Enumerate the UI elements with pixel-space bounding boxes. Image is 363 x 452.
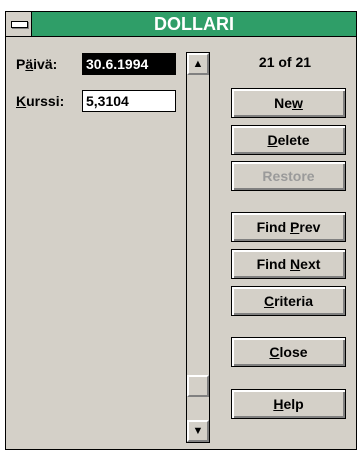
- record-scrollbar[interactable]: ▲ ▼: [186, 52, 210, 443]
- date-label: Päivä:: [16, 56, 58, 72]
- dialog-window: DOLLARI Päivä: 30.6.1994 Kurssi: 5,3104 …: [5, 11, 357, 450]
- date-field[interactable]: 30.6.1994: [82, 53, 176, 75]
- record-counter: 21 of 21: [258, 54, 312, 70]
- criteria-button[interactable]: Criteria: [231, 286, 346, 316]
- arrow-down-icon: ▼: [192, 425, 204, 437]
- arrow-up-icon: ▲: [192, 58, 204, 70]
- rate-label: Kurssi:: [16, 93, 65, 109]
- help-button[interactable]: Help: [231, 389, 346, 419]
- scroll-down-button[interactable]: ▼: [187, 420, 209, 442]
- title-bar[interactable]: DOLLARI: [6, 12, 356, 37]
- find-next-button[interactable]: Find Next: [231, 249, 346, 279]
- close-button[interactable]: Close: [231, 337, 346, 367]
- window-title: DOLLARI: [154, 14, 234, 34]
- scroll-thumb[interactable]: [187, 375, 209, 397]
- delete-button[interactable]: Delete: [231, 125, 346, 155]
- new-button[interactable]: New: [231, 88, 346, 118]
- find-prev-button[interactable]: Find Prev: [231, 212, 346, 242]
- restore-button[interactable]: Restore: [231, 161, 346, 191]
- scroll-up-button[interactable]: ▲: [187, 53, 209, 75]
- system-menu-icon[interactable]: [6, 12, 32, 36]
- rate-field[interactable]: 5,3104: [82, 90, 176, 112]
